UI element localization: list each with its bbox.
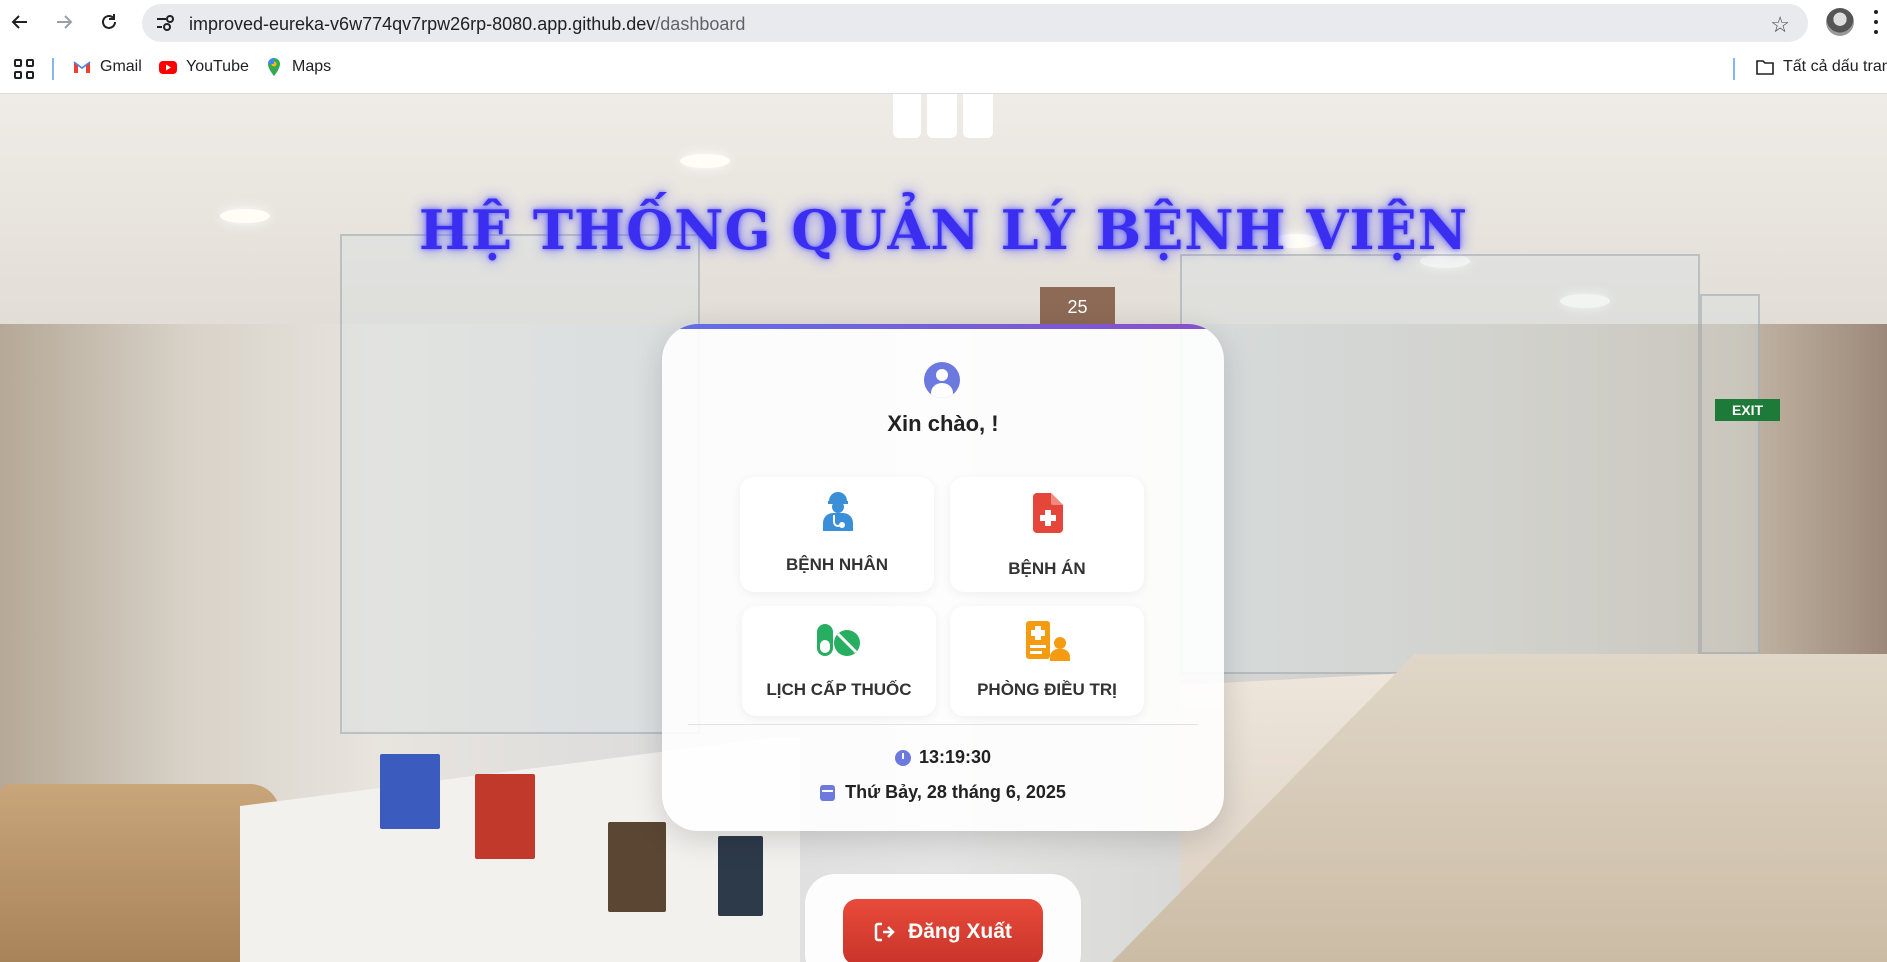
- date-row: Thứ Bảy, 28 tháng 6, 2025: [662, 782, 1224, 803]
- tile-patients[interactable]: BỆNH NHÂN: [740, 477, 934, 592]
- tile-medication-schedule[interactable]: LỊCH CẤP THUỐC: [742, 606, 936, 716]
- tile-label: BỆNH ÁN: [1008, 559, 1086, 578]
- current-date: Thứ Bảy, 28 tháng 6, 2025: [845, 782, 1066, 802]
- page-title: HỆ THỐNG QUẢN LÝ BỆNH VIỆN: [418, 198, 1469, 262]
- bookmark-label: Gmail: [100, 58, 142, 75]
- bookmark-separator: [1733, 58, 1735, 80]
- tile-label: BỆNH NHÂN: [786, 555, 888, 574]
- background-book: [718, 836, 763, 916]
- youtube-icon: [159, 61, 177, 74]
- clock-row: 13:19:30: [662, 747, 1224, 768]
- background-glass-panel: [1180, 254, 1700, 674]
- browser-toolbar: improved-eureka-v6w774qv7rpw26rp-8080.ap…: [0, 0, 1887, 44]
- gmail-icon: [73, 61, 91, 73]
- apps-grid-icon[interactable]: [14, 59, 34, 79]
- address-bar[interactable]: improved-eureka-v6w774qv7rpw26rp-8080.ap…: [142, 4, 1808, 42]
- current-time: 13:19:30: [918, 747, 992, 767]
- ceiling-light: [680, 154, 730, 168]
- tile-medical-records[interactable]: BỆNH ÁN: [950, 477, 1144, 592]
- browser-menu-button[interactable]: [1872, 10, 1880, 34]
- background-book: [380, 754, 440, 829]
- logout-label: Đăng Xuất: [908, 920, 1012, 943]
- background-book: [475, 774, 535, 859]
- room-number-sign: 25: [1040, 287, 1115, 327]
- background-sofa: [0, 784, 280, 962]
- folder-icon: [1756, 60, 1774, 75]
- all-bookmarks-label: Tất cả dấu trang: [1783, 58, 1887, 75]
- card-accent-bar: [662, 324, 1224, 329]
- page-viewport: 25 EXIT HỆ THỐNG QUẢN LÝ BỆNH VIỆN Xin c…: [0, 94, 1887, 962]
- profile-avatar[interactable]: [1826, 8, 1854, 36]
- bookmark-maps[interactable]: Maps: [264, 57, 331, 77]
- reload-icon: [102, 14, 116, 29]
- patient-icon: [823, 492, 853, 531]
- user-circle-icon: [924, 362, 960, 398]
- bookmark-gmail[interactable]: Gmail: [72, 57, 142, 77]
- tile-treatment-rooms[interactable]: PHÒNG ĐIỀU TRỊ: [950, 606, 1144, 716]
- arrow-left-icon: [11, 15, 27, 29]
- bookmark-separator: [52, 58, 54, 80]
- app-logo: [893, 94, 993, 138]
- tile-label: LỊCH CẤP THUỐC: [766, 680, 912, 699]
- url-host: improved-eureka-v6w774qv7rpw26rp-8080.ap…: [189, 14, 656, 34]
- forward-button[interactable]: [50, 8, 78, 36]
- site-settings-icon[interactable]: [154, 13, 176, 33]
- background-glass-panel: [340, 234, 700, 734]
- bookmarks-bar: Gmail YouTube Maps Tất cả dấu trang: [0, 44, 1887, 94]
- background-glass-panel: [1700, 294, 1760, 654]
- url-text[interactable]: improved-eureka-v6w774qv7rpw26rp-8080.ap…: [189, 14, 745, 35]
- sign-out-icon: [874, 922, 895, 942]
- exit-sign: EXIT: [1715, 399, 1780, 421]
- card-divider: [688, 724, 1198, 725]
- bookmark-youtube[interactable]: YouTube: [158, 57, 249, 77]
- greeting-text: Xin chào, !: [887, 411, 999, 436]
- tile-label: PHÒNG ĐIỀU TRỊ: [977, 680, 1117, 699]
- reload-button[interactable]: [95, 8, 123, 36]
- background-book: [608, 822, 666, 912]
- calendar-icon: [820, 784, 836, 801]
- clock-icon: [894, 749, 911, 766]
- logout-button[interactable]: Đăng Xuất: [843, 899, 1043, 962]
- maps-icon: [268, 58, 280, 76]
- bookmark-star-icon[interactable]: ☆: [1770, 12, 1790, 38]
- pills-icon: [817, 624, 860, 656]
- all-bookmarks-folder[interactable]: Tất cả dấu trang: [1755, 57, 1887, 77]
- logout-container: Đăng Xuất: [805, 874, 1081, 962]
- dashboard-card: Xin chào, ! BỆNH NHÂN BỆNH ÁN LỊCH CẤP T…: [662, 324, 1224, 831]
- bookmark-label: YouTube: [186, 58, 249, 75]
- arrow-right-icon: [57, 15, 73, 29]
- medical-record-icon: [1033, 493, 1063, 533]
- url-path: /dashboard: [655, 14, 746, 34]
- back-button[interactable]: [6, 8, 34, 36]
- treatment-room-icon: [1026, 621, 1070, 661]
- bookmark-label: Maps: [292, 58, 332, 75]
